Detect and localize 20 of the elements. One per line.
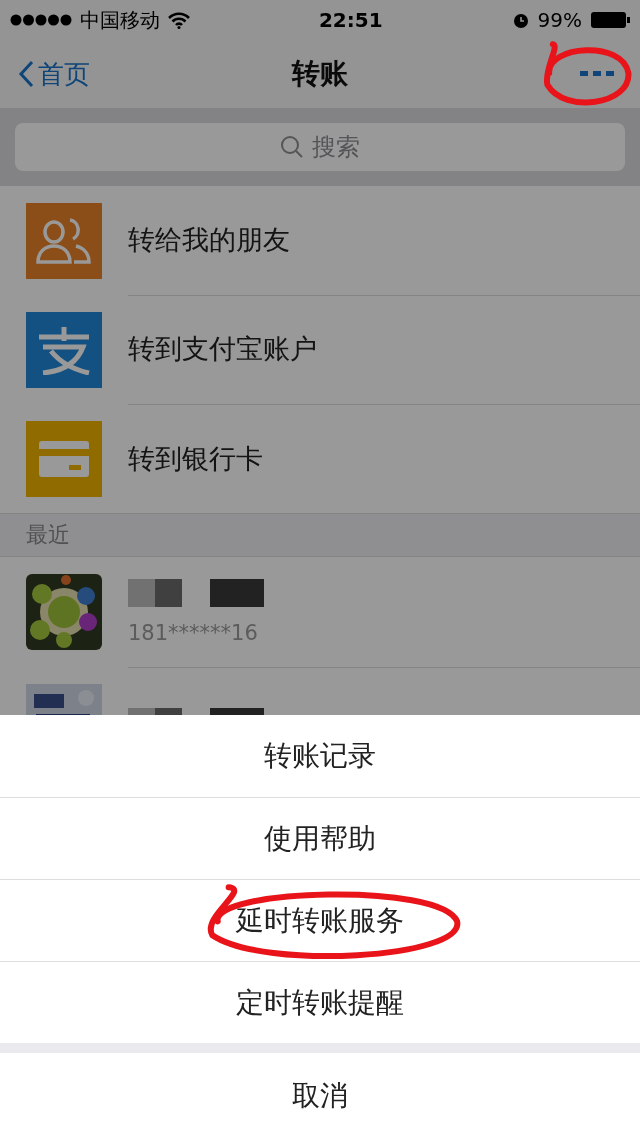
signal-icon [10,14,72,26]
search-placeholder: 搜索 [312,132,360,163]
phone-number: 181******16 [128,620,259,645]
battery-icon [590,11,630,29]
page-title: 转账 [292,56,348,92]
clock-time: 22:51 [318,8,383,32]
alarm-icon [511,11,530,29]
more-icon [580,70,616,78]
battery-percent: 99% [537,8,582,32]
section-header: 最近 [26,521,70,549]
card-icon [37,438,91,479]
option-label[interactable]: 转给我的朋友 [128,222,290,258]
people-icon [36,215,92,266]
option-label[interactable]: 转到支付宝账户 [128,331,317,367]
carrier-name: 中国移动 [80,6,160,34]
wifi-icon [168,11,190,29]
search-icon [280,135,304,159]
chevron-left-icon [18,60,34,88]
menu-item[interactable]: 延时转账服务 [0,879,640,961]
option-label[interactable]: 转到银行卡 [128,440,263,477]
